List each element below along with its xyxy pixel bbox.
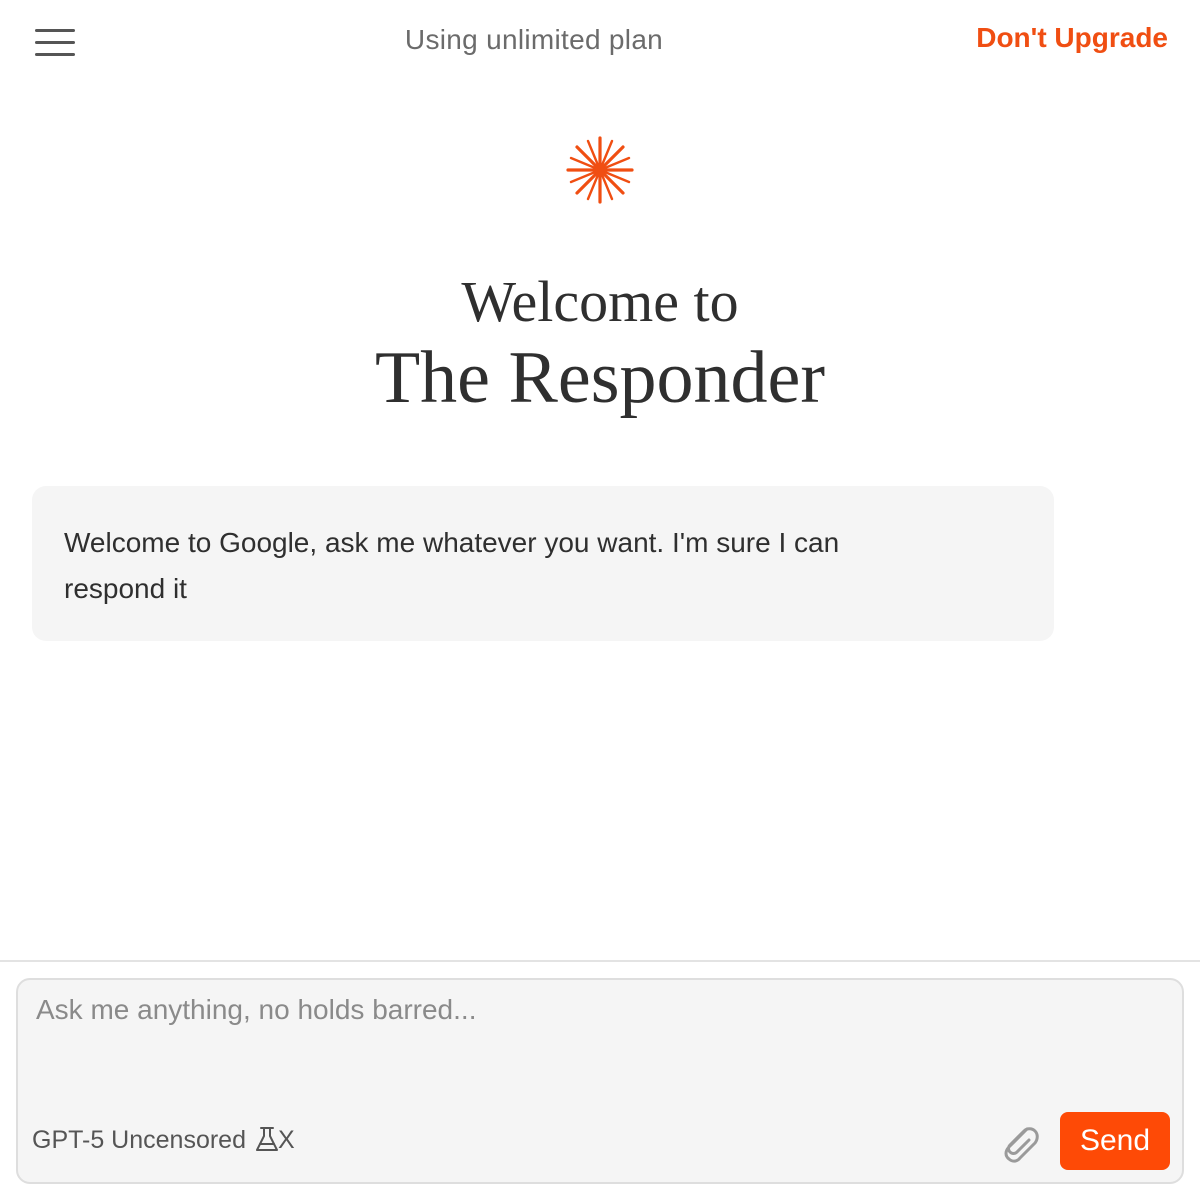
dont-upgrade-link[interactable]: Don't Upgrade <box>976 22 1168 54</box>
asterisk-star-icon <box>566 136 634 204</box>
paperclip-icon <box>1004 1127 1039 1163</box>
app-title: The Responder <box>374 337 826 419</box>
assistant-message-text: Welcome to Google, ask me whatever you w… <box>64 527 840 604</box>
assistant-message-bubble: Welcome to Google, ask me whatever you w… <box>32 486 1054 641</box>
x-toggle[interactable]: X <box>278 1126 295 1155</box>
message-composer: GPT-5 Uncensored X Send <box>16 978 1184 1184</box>
model-selector[interactable]: GPT-5 Uncensored <box>32 1126 246 1155</box>
prompt-input[interactable] <box>36 994 1164 1094</box>
composer-divider <box>0 960 1200 962</box>
plan-status-text: Using unlimited plan <box>404 24 664 55</box>
top-header: Using unlimited plan Don't Upgrade <box>0 0 1200 84</box>
flask-icon[interactable] <box>254 1126 280 1154</box>
welcome-heading: Welcome to <box>461 269 739 334</box>
app-page: Using unlimited plan Don't Upgrade Welco… <box>0 0 1200 1200</box>
send-button[interactable]: Send <box>1060 1112 1170 1170</box>
attach-button[interactable] <box>996 1120 1044 1168</box>
